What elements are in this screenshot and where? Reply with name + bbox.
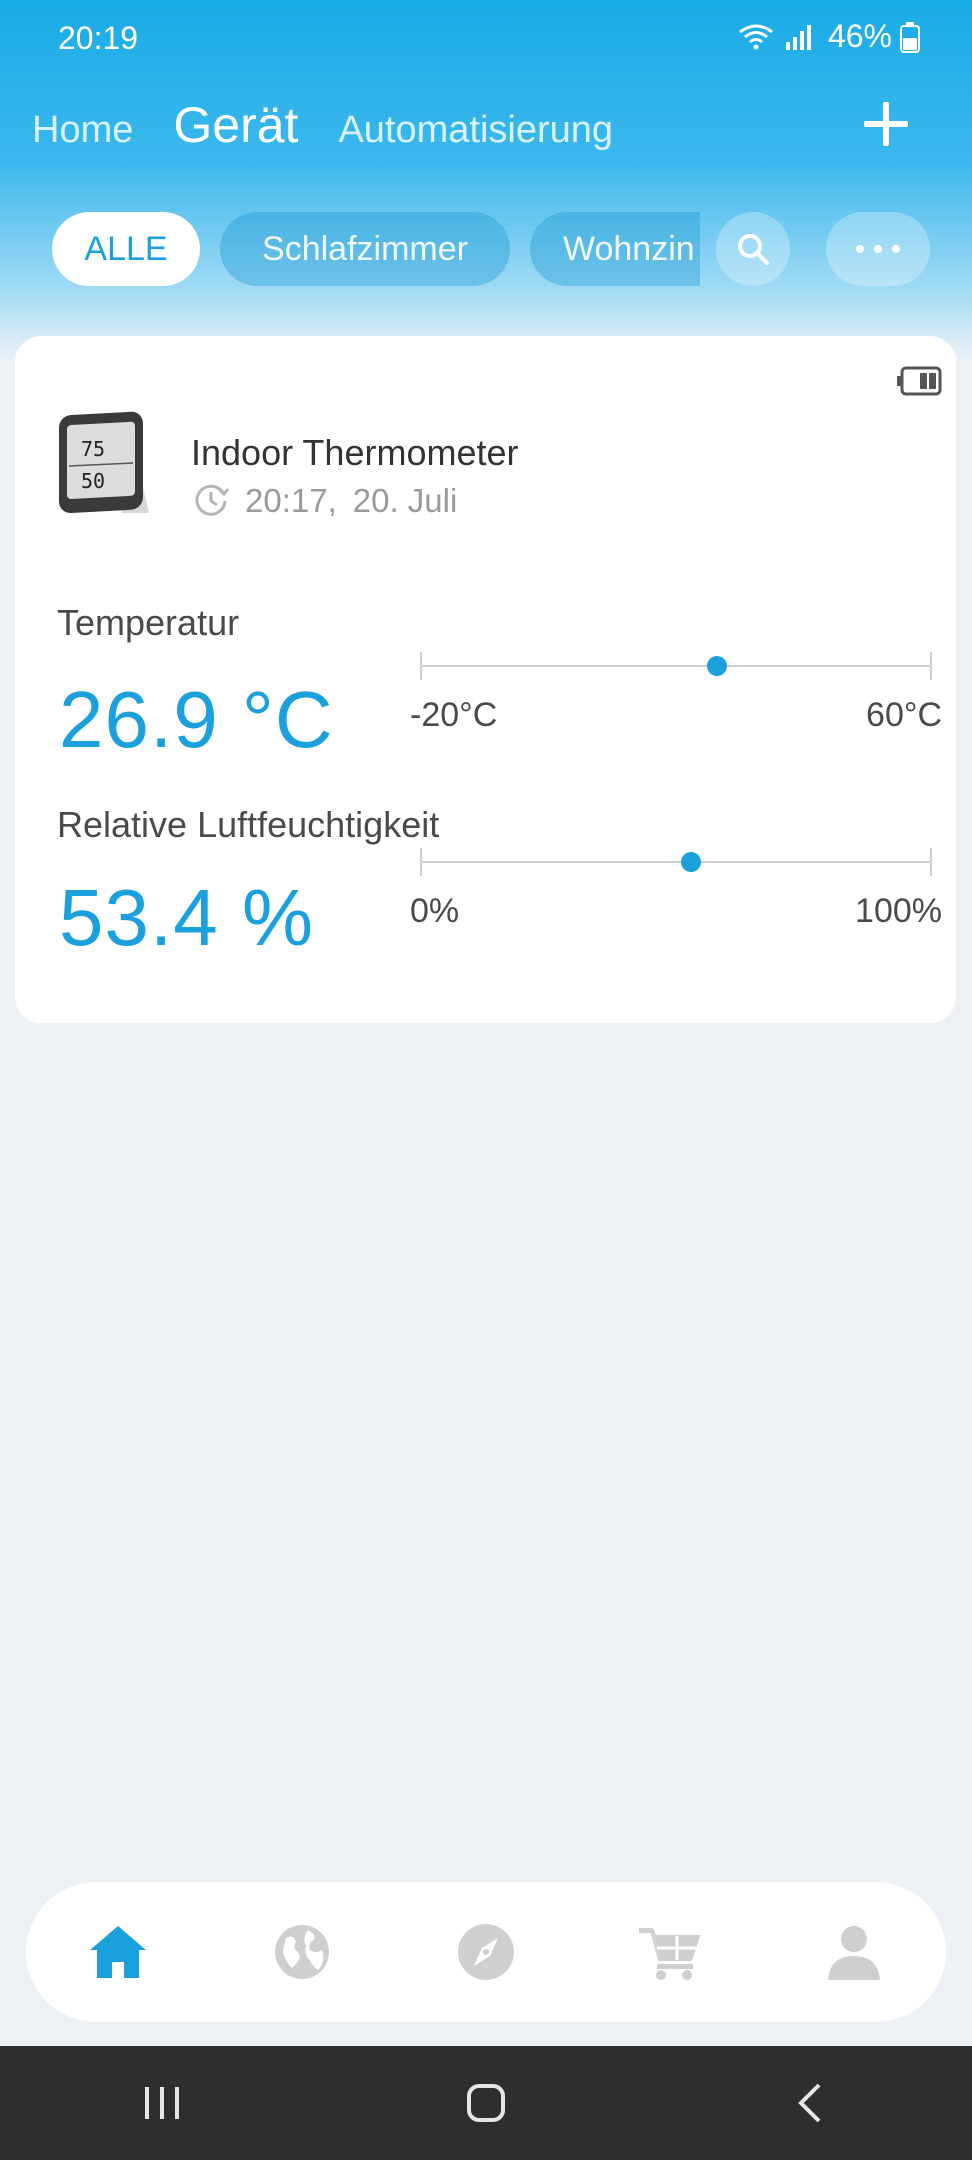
system-navigation-bar: [0, 2046, 972, 2160]
home-system-button[interactable]: [426, 2053, 546, 2153]
battery-percentage: 46%: [827, 18, 892, 54]
humidity-label: Relative Luftfeuchtigkeit: [57, 804, 440, 845]
add-icon[interactable]: [860, 98, 912, 150]
humidity-min: 0%: [410, 892, 460, 930]
battery-status-icon: [900, 21, 920, 53]
bottom-navigation: [26, 1882, 946, 2022]
humidity-level-marker: [681, 852, 702, 872]
back-button[interactable]: [750, 2053, 870, 2153]
humidity-range-track: [420, 848, 932, 876]
tab-automation[interactable]: Automatisierung: [338, 109, 613, 152]
top-tabs: Home Gerät Automatisierung: [32, 96, 613, 154]
temperature-range-line: [420, 665, 932, 667]
humidity-range-start-tick: [420, 848, 422, 876]
battery-icon: [897, 366, 942, 396]
temperature-value: 26.9 °C: [59, 675, 334, 764]
temperature-range-end-tick: [930, 652, 932, 680]
search-icon: [738, 234, 769, 265]
filter-chip-all[interactable]: ALLE: [52, 212, 200, 286]
filter-row: ALLE Schlafzimmer Wohnzin: [0, 212, 972, 286]
tab-device[interactable]: Gerät: [173, 96, 298, 154]
globe-icon: [275, 1925, 329, 1979]
compass-icon: [458, 1924, 514, 1980]
recent-apps-icon: [145, 2087, 179, 2119]
profile-icon: [828, 1926, 880, 1980]
humidity-range-line: [420, 861, 932, 863]
temperature-label: Temperatur: [57, 602, 240, 643]
temperature-max: 60°C: [866, 696, 942, 734]
status-bar: 20:19 46%: [0, 0, 972, 80]
wifi-icon: [739, 24, 773, 49]
temperature-min: -20°C: [410, 696, 498, 734]
update-time: 20:17,: [245, 482, 337, 519]
home-square-icon: [467, 2084, 505, 2122]
humidity-range-end-tick: [930, 848, 932, 876]
thermometer-device-image: 75 50: [59, 411, 149, 513]
cart-icon: [639, 1928, 701, 1980]
svg-text:75: 75: [81, 437, 105, 461]
temperature-range-start-tick: [420, 652, 422, 680]
temperature-level-marker: [706, 656, 727, 676]
signal-icon: [785, 24, 811, 50]
status-icons: 46%: [736, 18, 920, 55]
humidity-max: 100%: [855, 892, 942, 930]
humidity-value: 53.4 %: [59, 873, 315, 962]
more-dots-icon: [856, 245, 900, 253]
update-date: 20. Juli: [352, 482, 458, 519]
nav-shop[interactable]: [610, 1892, 730, 2012]
filter-chip-living-room[interactable]: Wohnzin: [530, 212, 700, 286]
recent-apps-button[interactable]: [102, 2053, 222, 2153]
device-card[interactable]: 75 50 Indoor Thermometer 20:17, 20. Juli…: [15, 336, 956, 1023]
clock-history-icon: [195, 484, 229, 516]
device-name: Indoor Thermometer: [191, 432, 519, 473]
device-update-time: 20:17, 20. Juli: [193, 482, 457, 520]
tab-home[interactable]: Home: [32, 109, 133, 152]
nav-discover-world[interactable]: [242, 1892, 362, 2012]
status-time: 20:19: [58, 20, 139, 56]
nav-profile[interactable]: [794, 1892, 914, 2012]
filter-chip-bedroom[interactable]: Schlafzimmer: [220, 212, 510, 286]
search-button[interactable]: [716, 212, 790, 286]
home-icon: [90, 1926, 146, 1978]
temperature-range-track: [420, 652, 932, 680]
nav-explore[interactable]: [426, 1892, 546, 2012]
more-button[interactable]: [826, 212, 930, 286]
nav-home[interactable]: [58, 1892, 178, 2012]
back-chevron-icon: [798, 2083, 821, 2123]
svg-text:50: 50: [81, 469, 105, 493]
